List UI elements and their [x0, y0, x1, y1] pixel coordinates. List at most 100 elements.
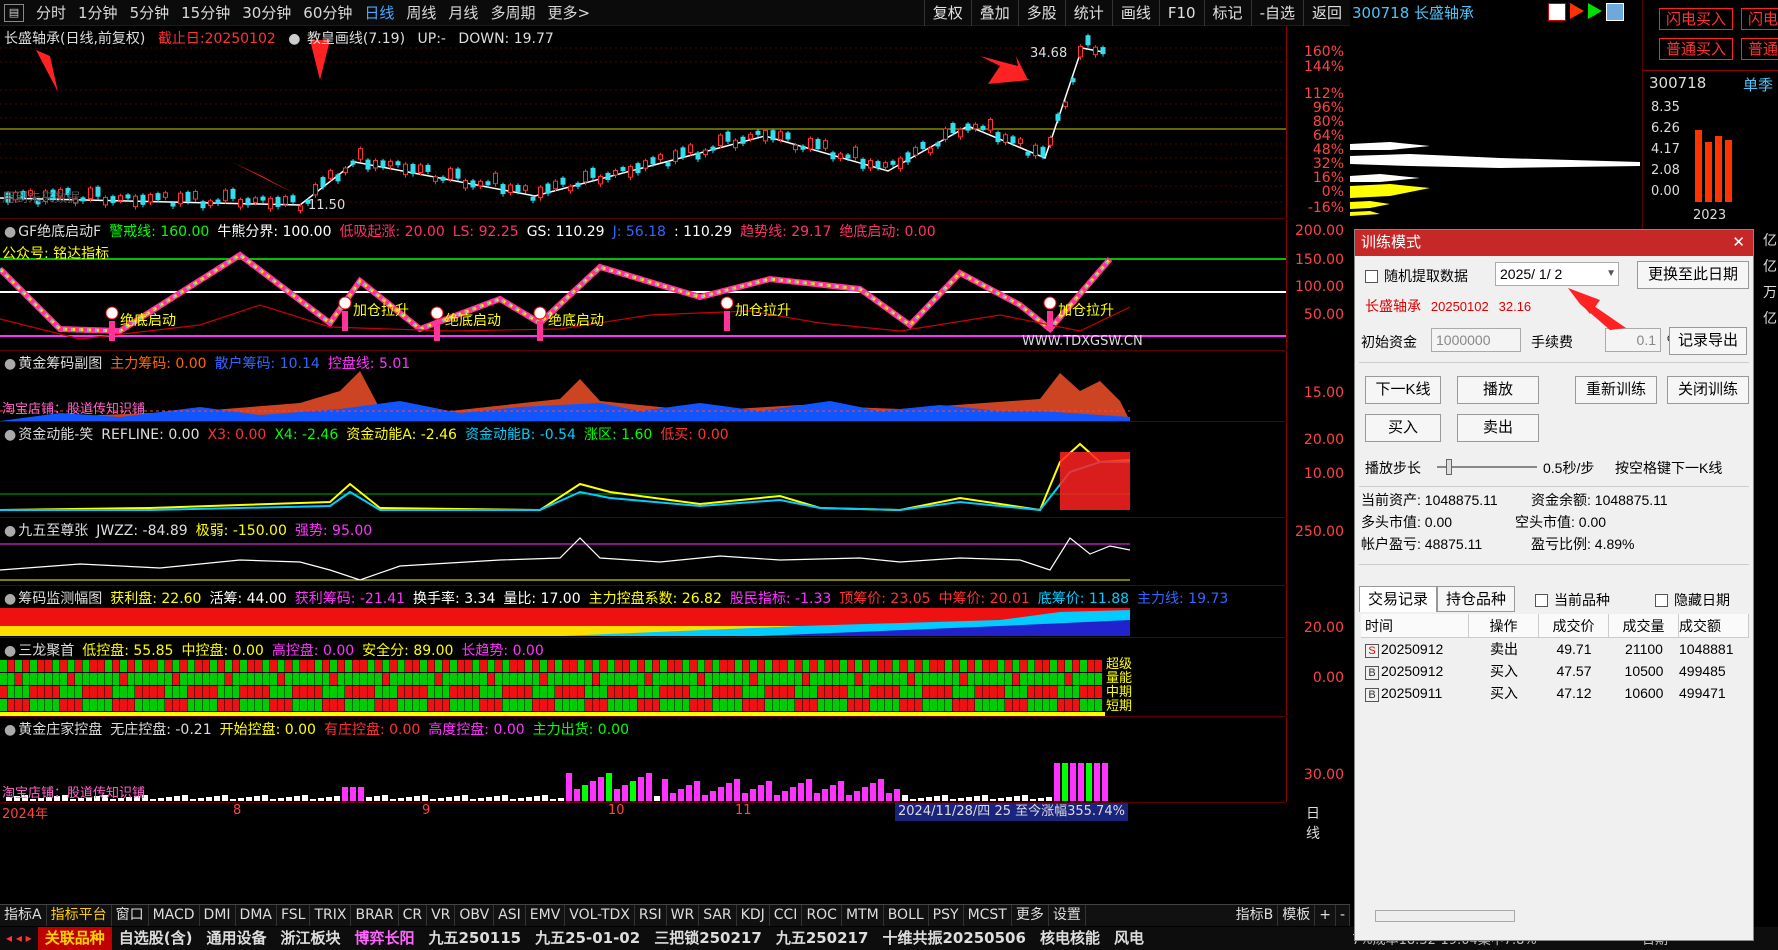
chevron-down-icon[interactable]: ▼ [1606, 263, 1616, 285]
calculator-icon[interactable] [1606, 3, 1624, 21]
normal-sell-button[interactable]: 普通卖入 [1741, 38, 1778, 60]
period-5[interactable]: 60分钟 [297, 0, 358, 26]
checkbox-icon[interactable] [1365, 270, 1378, 283]
tab-holdings[interactable]: 持仓品种 [1437, 586, 1515, 612]
indicator-tab-10[interactable]: VR [427, 905, 456, 926]
list-icon[interactable] [1548, 3, 1566, 21]
indicator-tab-22[interactable]: BOLL [884, 905, 929, 926]
panel-menu-icon[interactable]: ● [4, 523, 16, 539]
indicator-tab-2[interactable]: 窗口 [112, 905, 149, 926]
jiuwu-panel[interactable]: ● 九五至尊张 JWZZ: -84.89 极弱: -150.00 强势: 95.00 2… [0, 518, 1344, 586]
block-tab-3[interactable]: 浙江板块 [273, 927, 347, 950]
toolbar-btn-7[interactable]: -自选 [1250, 0, 1303, 26]
play-button[interactable]: 播放 [1457, 376, 1539, 404]
tab-records[interactable]: 交易记录 [1359, 586, 1437, 612]
flash-sell-button[interactable]: 闪电卖入 [1741, 8, 1778, 30]
checkbox-icon[interactable] [1655, 594, 1668, 607]
indicator-tab-11[interactable]: OBV [455, 905, 495, 926]
period-1[interactable]: 1分钟 [72, 0, 124, 26]
block-tab-4[interactable]: 博弈长阳 [347, 927, 421, 950]
normal-buy-button[interactable]: 普通买入 [1659, 38, 1733, 60]
tab-nav-arrows[interactable]: ◂ ◂ ▸ [0, 927, 38, 950]
toolbar-btn-0[interactable]: 复权 [923, 0, 971, 26]
horizontal-scrollbar[interactable] [1375, 910, 1515, 922]
indicator-tab-14[interactable]: VOL-TDX [565, 905, 635, 926]
close-icon[interactable]: ✕ [1732, 233, 1745, 251]
toolbar-btn-2[interactable]: 多股 [1017, 0, 1065, 26]
period-10[interactable]: 更多> [541, 0, 596, 26]
export-button[interactable]: 记录导出 [1669, 327, 1747, 355]
period-8[interactable]: 月线 [442, 0, 484, 26]
chip-monitor-panel[interactable]: ● 筹码监测幅图 获利盘: 22.60 活筹: 44.00 获利筹码: -21.41 换手… [0, 586, 1344, 638]
block-tab-9[interactable]: 十维共振20250506 [875, 927, 1033, 950]
period-7[interactable]: 周线 [400, 0, 442, 26]
gf-indicator-panel[interactable]: ● GF绝底启动F 警戒线: 160.00 牛熊分界: 100.00 低吸起涨: 20.… [0, 219, 1344, 351]
indicator-tab-3[interactable]: MACD [149, 905, 200, 926]
panel-menu-icon[interactable]: ● [4, 722, 16, 738]
slider-thumb[interactable] [1446, 459, 1453, 475]
period-2[interactable]: 5分钟 [124, 0, 176, 26]
period-3[interactable]: 15分钟 [175, 0, 236, 26]
indicator-tab-25[interactable]: 更多 [1012, 905, 1049, 926]
indicator-tab-9[interactable]: CR [399, 905, 428, 926]
indicator-tab-8[interactable]: BRAR [351, 905, 399, 926]
indicator-tab-1[interactable]: 指标平台 [47, 905, 112, 926]
period-0[interactable]: 分时 [30, 0, 72, 26]
restart-button[interactable]: 重新训练 [1575, 376, 1657, 404]
panel-menu-icon[interactable]: ● [4, 427, 16, 443]
toolbar-btn-8[interactable]: 返回 [1302, 0, 1350, 26]
period-9[interactable]: 多周期 [484, 0, 541, 26]
block-tab-8[interactable]: 九五250217 [769, 927, 876, 950]
indicator-tab-15[interactable]: RSI [635, 905, 667, 926]
indicator-tab-16[interactable]: WR [667, 905, 700, 926]
toolbar-btn-5[interactable]: F10 [1158, 0, 1204, 26]
menu-icon[interactable]: ▤ [4, 3, 24, 22]
step-slider[interactable] [1437, 458, 1537, 476]
indicator-tab-12[interactable]: ASI [494, 905, 526, 926]
indicator-tab-4[interactable]: DMI [200, 905, 236, 926]
flash-buy-button[interactable]: 闪电买入 [1659, 8, 1733, 30]
toolbar-btn-6[interactable]: 标记 [1203, 0, 1251, 26]
indicator-tab-20[interactable]: ROC [802, 905, 842, 926]
indicator-tab-6[interactable]: FSL [277, 905, 311, 926]
panel-menu-icon[interactable]: ● [4, 224, 16, 240]
toolbar-btn-1[interactable]: 叠加 [970, 0, 1018, 26]
date-picker[interactable]: 2025/ 1/ 2 ▼ [1495, 262, 1619, 286]
indicator-tab-18[interactable]: KDJ [737, 905, 770, 926]
change-date-button[interactable]: 更换至此日期 [1637, 261, 1749, 289]
indicator-tab-24[interactable]: MCST [964, 905, 1012, 926]
block-tab-10[interactable]: 核电核能 [1033, 927, 1107, 950]
indicator-tab-19[interactable]: CCI [770, 905, 803, 926]
checkbox-icon[interactable] [1535, 594, 1548, 607]
indicator-tab-13[interactable]: EMV [526, 905, 566, 926]
tabs1-right-0[interactable]: 指标B [1232, 905, 1279, 926]
indicator-tab-7[interactable]: TRIX [310, 905, 352, 926]
block-tab-7[interactable]: 三把锁250217 [647, 927, 769, 950]
panel-menu-icon[interactable]: ● [4, 643, 16, 659]
indicator-tab-17[interactable]: SAR [699, 905, 737, 926]
toolbar-btn-3[interactable]: 统计 [1064, 0, 1112, 26]
indicator-tab-23[interactable]: PSY [929, 905, 964, 926]
tabs1-right-1[interactable]: 模板 [1278, 905, 1316, 926]
panel-menu-icon[interactable]: ● [4, 356, 16, 372]
period-6[interactable]: 日线 [358, 0, 400, 26]
init-capital-input[interactable]: 1000000 [1431, 328, 1521, 352]
panel-menu-icon[interactable]: ● [4, 591, 16, 607]
block-tab-0[interactable]: 关联品种 [37, 927, 112, 950]
block-tab-6[interactable]: 九五25-01-02 [528, 927, 647, 950]
block-tab-11[interactable]: 风电 [1107, 927, 1151, 950]
block-tab-1[interactable]: 自选股(含) [112, 927, 200, 950]
buy-button[interactable]: 买入 [1365, 414, 1441, 442]
close-training-button[interactable]: 关闭训练 [1667, 376, 1749, 404]
three-dragons-panel[interactable]: ● 三龙聚首 低控盘: 55.85 中控盘: 0.00 高控盘: 0.00 安全分: 89… [0, 638, 1344, 717]
block-tab-5[interactable]: 九五250115 [421, 927, 528, 950]
tabs1-right-2[interactable]: + [1315, 905, 1336, 926]
next-k-button[interactable]: 下一K线 [1365, 376, 1441, 404]
chart-area[interactable]: 长盛轴承(日线,前复权) 截止日:20250102 ● 教皇画线(7.19) U… [0, 26, 1350, 886]
fund-momentum-panel[interactable]: ● 资金动能-笑 REFLINE: 0.00 X3: 0.00 X4: -2.46 资金动… [0, 422, 1344, 518]
period-4[interactable]: 30分钟 [236, 0, 297, 26]
random-checkbox[interactable]: 随机提取数据 [1365, 266, 1468, 286]
toolbar-btn-4[interactable]: 画线 [1111, 0, 1159, 26]
block-tab-2[interactable]: 通用设备 [199, 927, 273, 950]
banker-control-panel[interactable]: ● 黄金庄家控盘 无庄控盘: -0.21 开始控盘: 0.00 有庄控盘: 0.00 高度… [0, 717, 1344, 803]
